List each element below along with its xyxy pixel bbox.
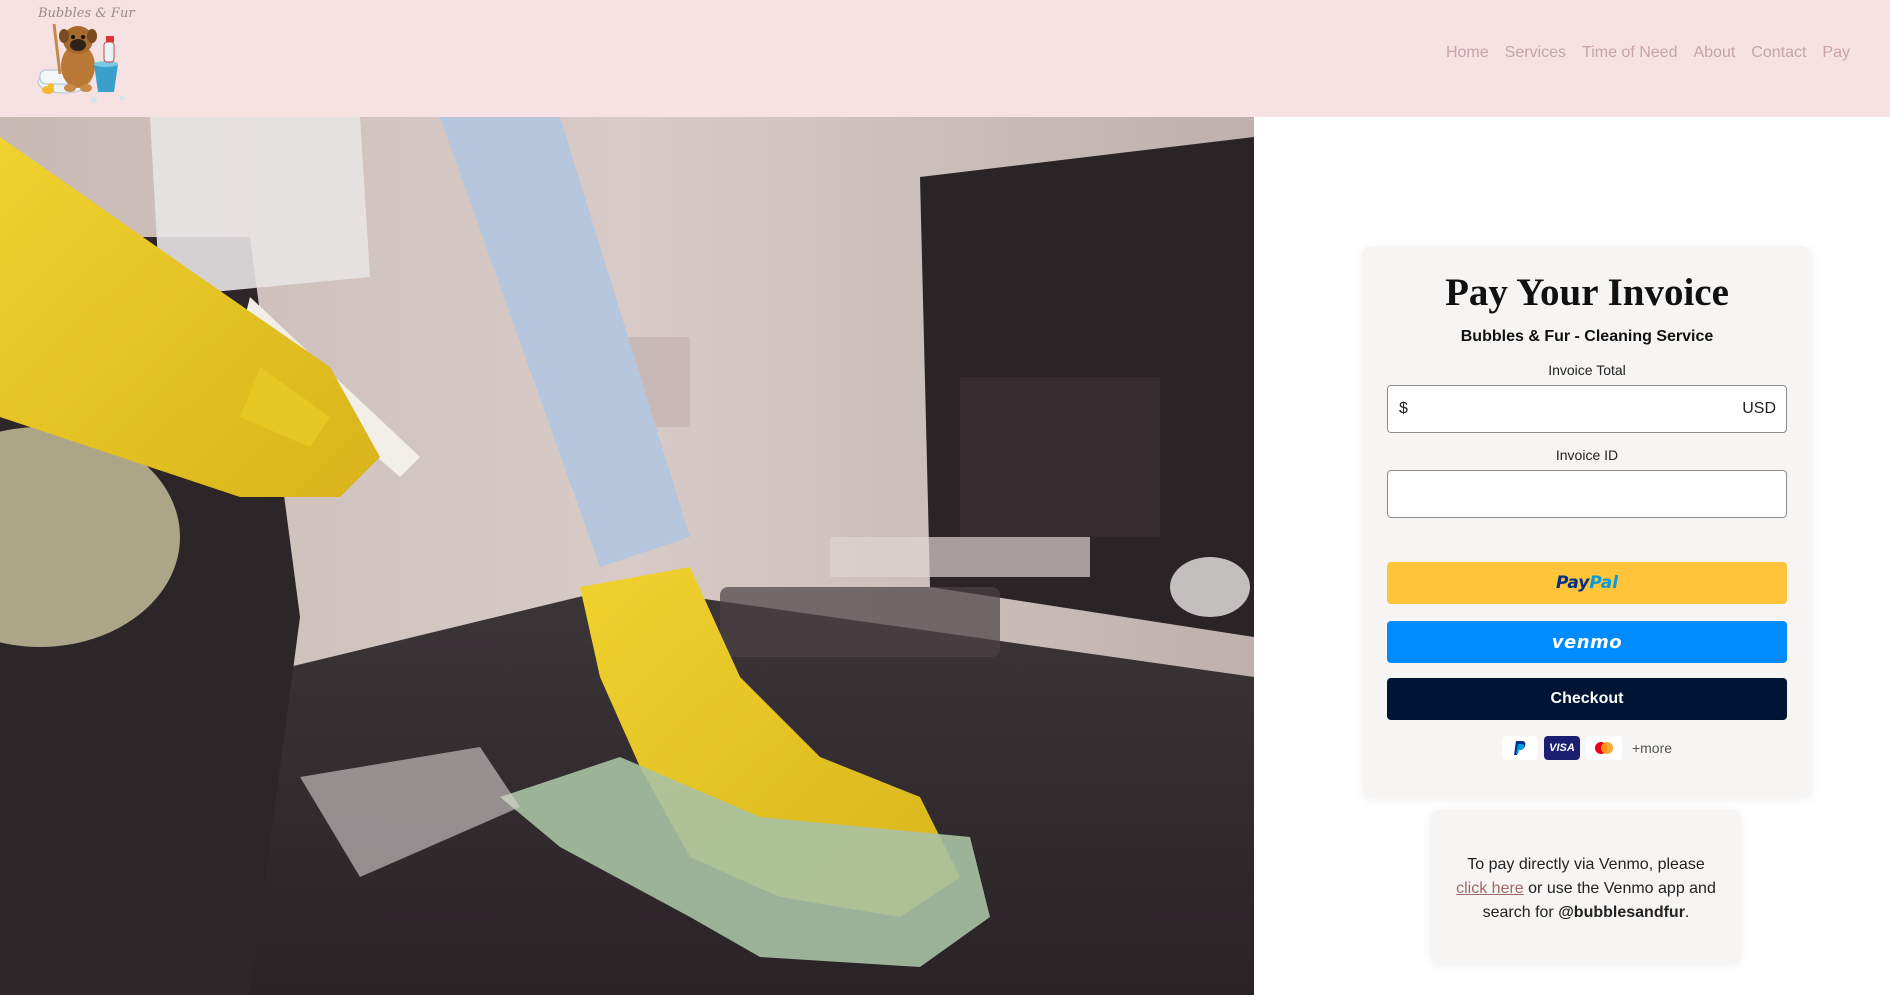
visa-icon: VISA [1543,736,1580,760]
site-header: Bubbles & Fur Home Services Time of Need… [0,0,1890,117]
nav-pay[interactable]: Pay [1822,44,1850,62]
paypal-icon [1501,736,1538,760]
payment-card: Pay Your Invoice Bubbles & Fur - Cleanin… [1362,246,1812,798]
nav-home[interactable]: Home [1446,44,1489,62]
venmo-info-text-1: To pay directly via Venmo, please [1467,856,1705,873]
invoice-total-field[interactable]: $ USD [1387,385,1787,433]
paypal-logo-pay: Pay [1555,573,1590,593]
nav-services[interactable]: Services [1505,44,1566,62]
logo-text: Bubbles & Fur [38,6,135,21]
invoice-total-label: Invoice Total [1548,362,1626,378]
venmo-logo: venmo [1551,631,1623,653]
nav-contact[interactable]: Contact [1751,44,1806,62]
hero-image [0,117,1254,995]
cleaning-photo [0,117,1254,995]
paypal-button[interactable]: PayPal [1387,562,1787,604]
page-title: Pay Your Invoice [1445,271,1729,314]
invoice-id-field[interactable] [1387,470,1787,518]
nav-time-of-need[interactable]: Time of Need [1582,44,1677,62]
checkout-button[interactable]: Checkout [1387,678,1787,720]
currency-symbol: $ [1399,400,1408,417]
invoice-id-input[interactable] [1398,471,1778,517]
paypal-logo: PayPal [1556,573,1618,593]
invoice-id-label: Invoice ID [1555,447,1619,463]
venmo-handle: @bubblesandfur [1558,904,1685,921]
nav-about[interactable]: About [1693,44,1735,62]
currency-code: USD [1742,400,1776,417]
checkout-label: Checkout [1550,690,1624,707]
logo[interactable]: Bubbles & Fur [34,4,135,108]
venmo-info-text-end: . [1684,904,1690,921]
venmo-info-box: To pay directly via Venmo, please click … [1430,810,1742,964]
paypal-logo-pal: Pal [1589,573,1619,593]
venmo-button[interactable]: venmo [1387,621,1787,663]
main-nav: Home Services Time of Need About Contact… [1446,44,1850,62]
mastercard-icon [1585,736,1622,760]
venmo-direct-link[interactable]: click here [1456,880,1524,897]
more-methods-label: +more [1631,740,1673,756]
invoice-total-input[interactable] [1418,386,1718,432]
business-subtitle: Bubbles & Fur - Cleaning Service [1460,328,1714,345]
accepted-payment-marks: VISA +more [1362,736,1812,760]
